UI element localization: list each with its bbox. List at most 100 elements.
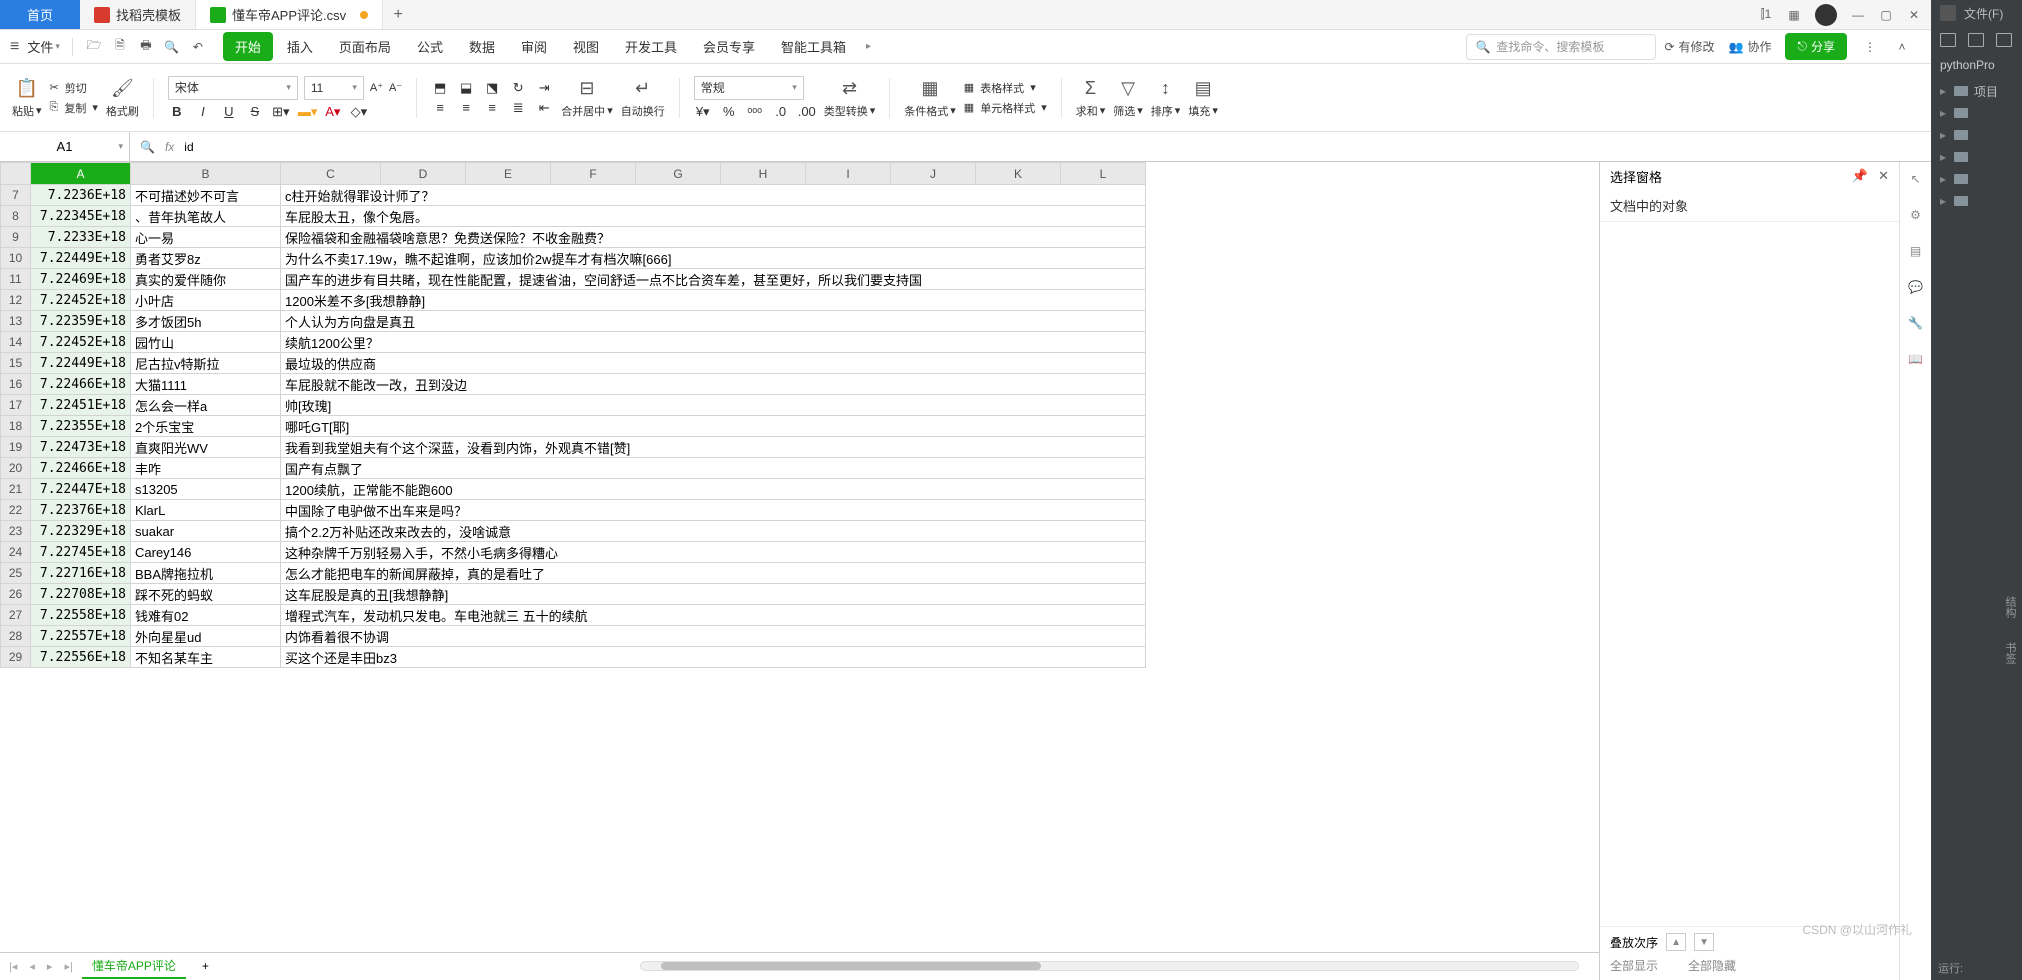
col-header-H[interactable]: H <box>721 163 806 185</box>
chevron-icon[interactable]: ▸ <box>1940 84 1948 98</box>
ribbon-tab-9[interactable]: 智能工具箱 <box>769 32 858 61</box>
font-color-button[interactable]: A▾ <box>324 104 342 120</box>
formula-content[interactable]: id <box>184 140 193 154</box>
search-input[interactable]: 🔍 查找命令、搜索模板 <box>1466 34 1656 60</box>
table-row[interactable]: 177.22451E+18怎么会一样a帅[玫瑰] <box>1 395 1146 416</box>
share-button[interactable]: ⎋ 分享 <box>1785 33 1847 60</box>
filter-button[interactable]: ▽筛选▾ <box>1113 77 1143 119</box>
distribute-icon[interactable]: ≣ <box>509 100 527 116</box>
layout-icon[interactable]: ⫿1 <box>1759 8 1773 22</box>
changes-indicator[interactable]: ⟳ 有修改 <box>1664 38 1714 55</box>
decrease-decimal-icon[interactable]: .00 <box>798 104 816 119</box>
row-header[interactable]: 14 <box>1 332 31 353</box>
font-name-select[interactable]: 宋体▾ <box>168 76 298 100</box>
col-header-K[interactable]: K <box>976 163 1061 185</box>
chevron-icon[interactable]: ▸ <box>1940 128 1948 142</box>
col-header-C[interactable]: C <box>281 163 381 185</box>
new-tab-button[interactable]: + <box>383 6 413 24</box>
table-row[interactable]: 267.22708E+18踩不死的蚂蚁这车屁股是真的丑[我想静静] <box>1 584 1146 605</box>
cut-button[interactable]: ✂ 剪切 <box>50 80 98 96</box>
minimize-icon[interactable]: — <box>1851 8 1865 22</box>
close-icon[interactable]: ✕ <box>1907 8 1921 22</box>
ribbon-tab-5[interactable]: 审阅 <box>509 32 559 61</box>
strike-button[interactable]: S <box>246 104 264 119</box>
ide-structure-tab[interactable]: 结构 <box>2000 590 2020 624</box>
currency-icon[interactable]: ¥▾ <box>694 104 712 120</box>
table-row[interactable]: 287.22557E+18外向星星ud内饰看着很不协调 <box>1 626 1146 647</box>
ide-run-label[interactable]: 运行: <box>1932 956 2022 980</box>
row-header[interactable]: 11 <box>1 269 31 290</box>
sheet-tab-active[interactable]: 懂车帝APP评论 <box>82 954 186 979</box>
settings-icon[interactable]: ⚙ <box>1907 206 1925 224</box>
row-header[interactable]: 8 <box>1 206 31 227</box>
row-header[interactable]: 26 <box>1 584 31 605</box>
sheet-prev-icon[interactable]: ◂ <box>26 960 38 973</box>
table-row[interactable]: 77.2236E+18不可描述妙不可言c柱开始就得罪设计师了？ <box>1 185 1146 206</box>
table-row[interactable]: 147.22452E+18园竹山续航1200公里？ <box>1 332 1146 353</box>
table-row[interactable]: 87.22345E+18、昔年执笔故人车屁股太丑，像个兔唇。 <box>1 206 1146 227</box>
align-left-icon[interactable]: ≡ <box>431 100 449 115</box>
ide-refresh-icon[interactable] <box>1996 33 2012 47</box>
tab-home[interactable]: 首页 <box>0 0 80 29</box>
ide-app-icon[interactable] <box>1940 5 1956 21</box>
open-icon[interactable]: 🗁 <box>85 38 103 56</box>
sheet-next-icon[interactable]: ▸ <box>44 960 56 973</box>
row-header[interactable]: 29 <box>1 647 31 668</box>
number-format-select[interactable]: 常规▾ <box>694 76 804 100</box>
ribbon-tab-0[interactable]: 开始 <box>223 32 273 61</box>
row-header[interactable]: 19 <box>1 437 31 458</box>
align-right-icon[interactable]: ≡ <box>483 100 501 115</box>
ribbon-tab-4[interactable]: 数据 <box>457 32 507 61</box>
ide-open-icon[interactable] <box>1940 33 1956 47</box>
cursor-icon[interactable]: ↖ <box>1907 170 1925 188</box>
table-row[interactable]: 167.22466E+18大猫1111车屁股就不能改一改，丑到没边 <box>1 374 1146 395</box>
sheet-last-icon[interactable]: ▸| <box>61 960 75 973</box>
row-header[interactable]: 12 <box>1 290 31 311</box>
format-painter-button[interactable]: 🖌格式刷 <box>106 77 139 119</box>
hamburger-icon[interactable]: ≡ <box>10 38 19 56</box>
avatar[interactable] <box>1815 4 1837 26</box>
pin-icon[interactable]: 📌 <box>1852 168 1868 184</box>
horizontal-scrollbar[interactable] <box>640 961 1579 971</box>
row-header[interactable]: 20 <box>1 458 31 479</box>
row-header[interactable]: 17 <box>1 395 31 416</box>
fill-color-button[interactable]: ▬▾ <box>298 104 316 120</box>
table-row[interactable]: 107.22449E+18勇者艾罗8z为什么不卖17.19w，瞧不起谁啊，应该加… <box>1 248 1146 269</box>
merge-cells-button[interactable]: ⊟合并居中▾ <box>561 77 613 119</box>
row-header[interactable]: 25 <box>1 563 31 584</box>
ide-tree[interactable]: ▸项目 ▸ ▸ ▸ ▸ ▸ <box>1932 76 2022 216</box>
table-row[interactable]: 97.2233E+18心一易保险福袋和金融福袋啥意思？免费送保险？不收金融费？ <box>1 227 1146 248</box>
table-row[interactable]: 137.22359E+18多才饭团5h个人认为方向盘是真丑 <box>1 311 1146 332</box>
row-header[interactable]: 10 <box>1 248 31 269</box>
col-header-D[interactable]: D <box>381 163 466 185</box>
increase-font-icon[interactable]: A⁺ <box>370 81 383 94</box>
table-row[interactable]: 117.22469E+18真实的爱伴随你国产车的进步有目共睹，现在性能配置，提速… <box>1 269 1146 290</box>
copy-button[interactable]: ⎘ 复制▾ <box>50 100 98 116</box>
type-convert-button[interactable]: ⇄类型转换▾ <box>824 77 876 119</box>
tools-icon[interactable]: 🔧 <box>1907 314 1925 332</box>
table-row[interactable]: 247.22745E+18Carey146这种杂牌千万别轻易入手，不然小毛病多得… <box>1 542 1146 563</box>
row-header[interactable]: 16 <box>1 374 31 395</box>
row-header[interactable]: 18 <box>1 416 31 437</box>
bold-button[interactable]: B <box>168 104 186 119</box>
ide-bookmarks-tab[interactable]: 书签 <box>2000 636 2020 670</box>
ribbon-tab-7[interactable]: 开发工具 <box>613 32 689 61</box>
row-header[interactable]: 27 <box>1 605 31 626</box>
spreadsheet-grid[interactable]: ABCDEFGHIJKL 77.2236E+18不可描述妙不可言c柱开始就得罪设… <box>0 162 1146 668</box>
align-middle-icon[interactable]: ⬓ <box>457 80 475 96</box>
cell-reference-input[interactable]: A1▾ <box>0 132 130 161</box>
ide-save-icon[interactable] <box>1968 33 1984 47</box>
ribbon-tab-3[interactable]: 公式 <box>405 32 455 61</box>
move-down-button[interactable]: ▼ <box>1694 933 1714 951</box>
sort-button[interactable]: ↕排序▾ <box>1151 77 1181 119</box>
table-row[interactable]: 207.22466E+18丰咋国产有点飘了 <box>1 458 1146 479</box>
indent-left-icon[interactable]: ⇤ <box>535 100 553 116</box>
col-header-J[interactable]: J <box>891 163 976 185</box>
table-row[interactable]: 217.22447E+18s132051200续航，正常能不能跑600 <box>1 479 1146 500</box>
layers-icon[interactable]: ▤ <box>1907 242 1925 260</box>
col-header-A[interactable]: A <box>31 163 131 185</box>
collapse-ribbon-icon[interactable]: ˄ <box>1893 38 1911 56</box>
ribbon-tab-2[interactable]: 页面布局 <box>327 32 403 61</box>
border-button[interactable]: ⊞▾ <box>272 104 290 120</box>
row-header[interactable]: 21 <box>1 479 31 500</box>
